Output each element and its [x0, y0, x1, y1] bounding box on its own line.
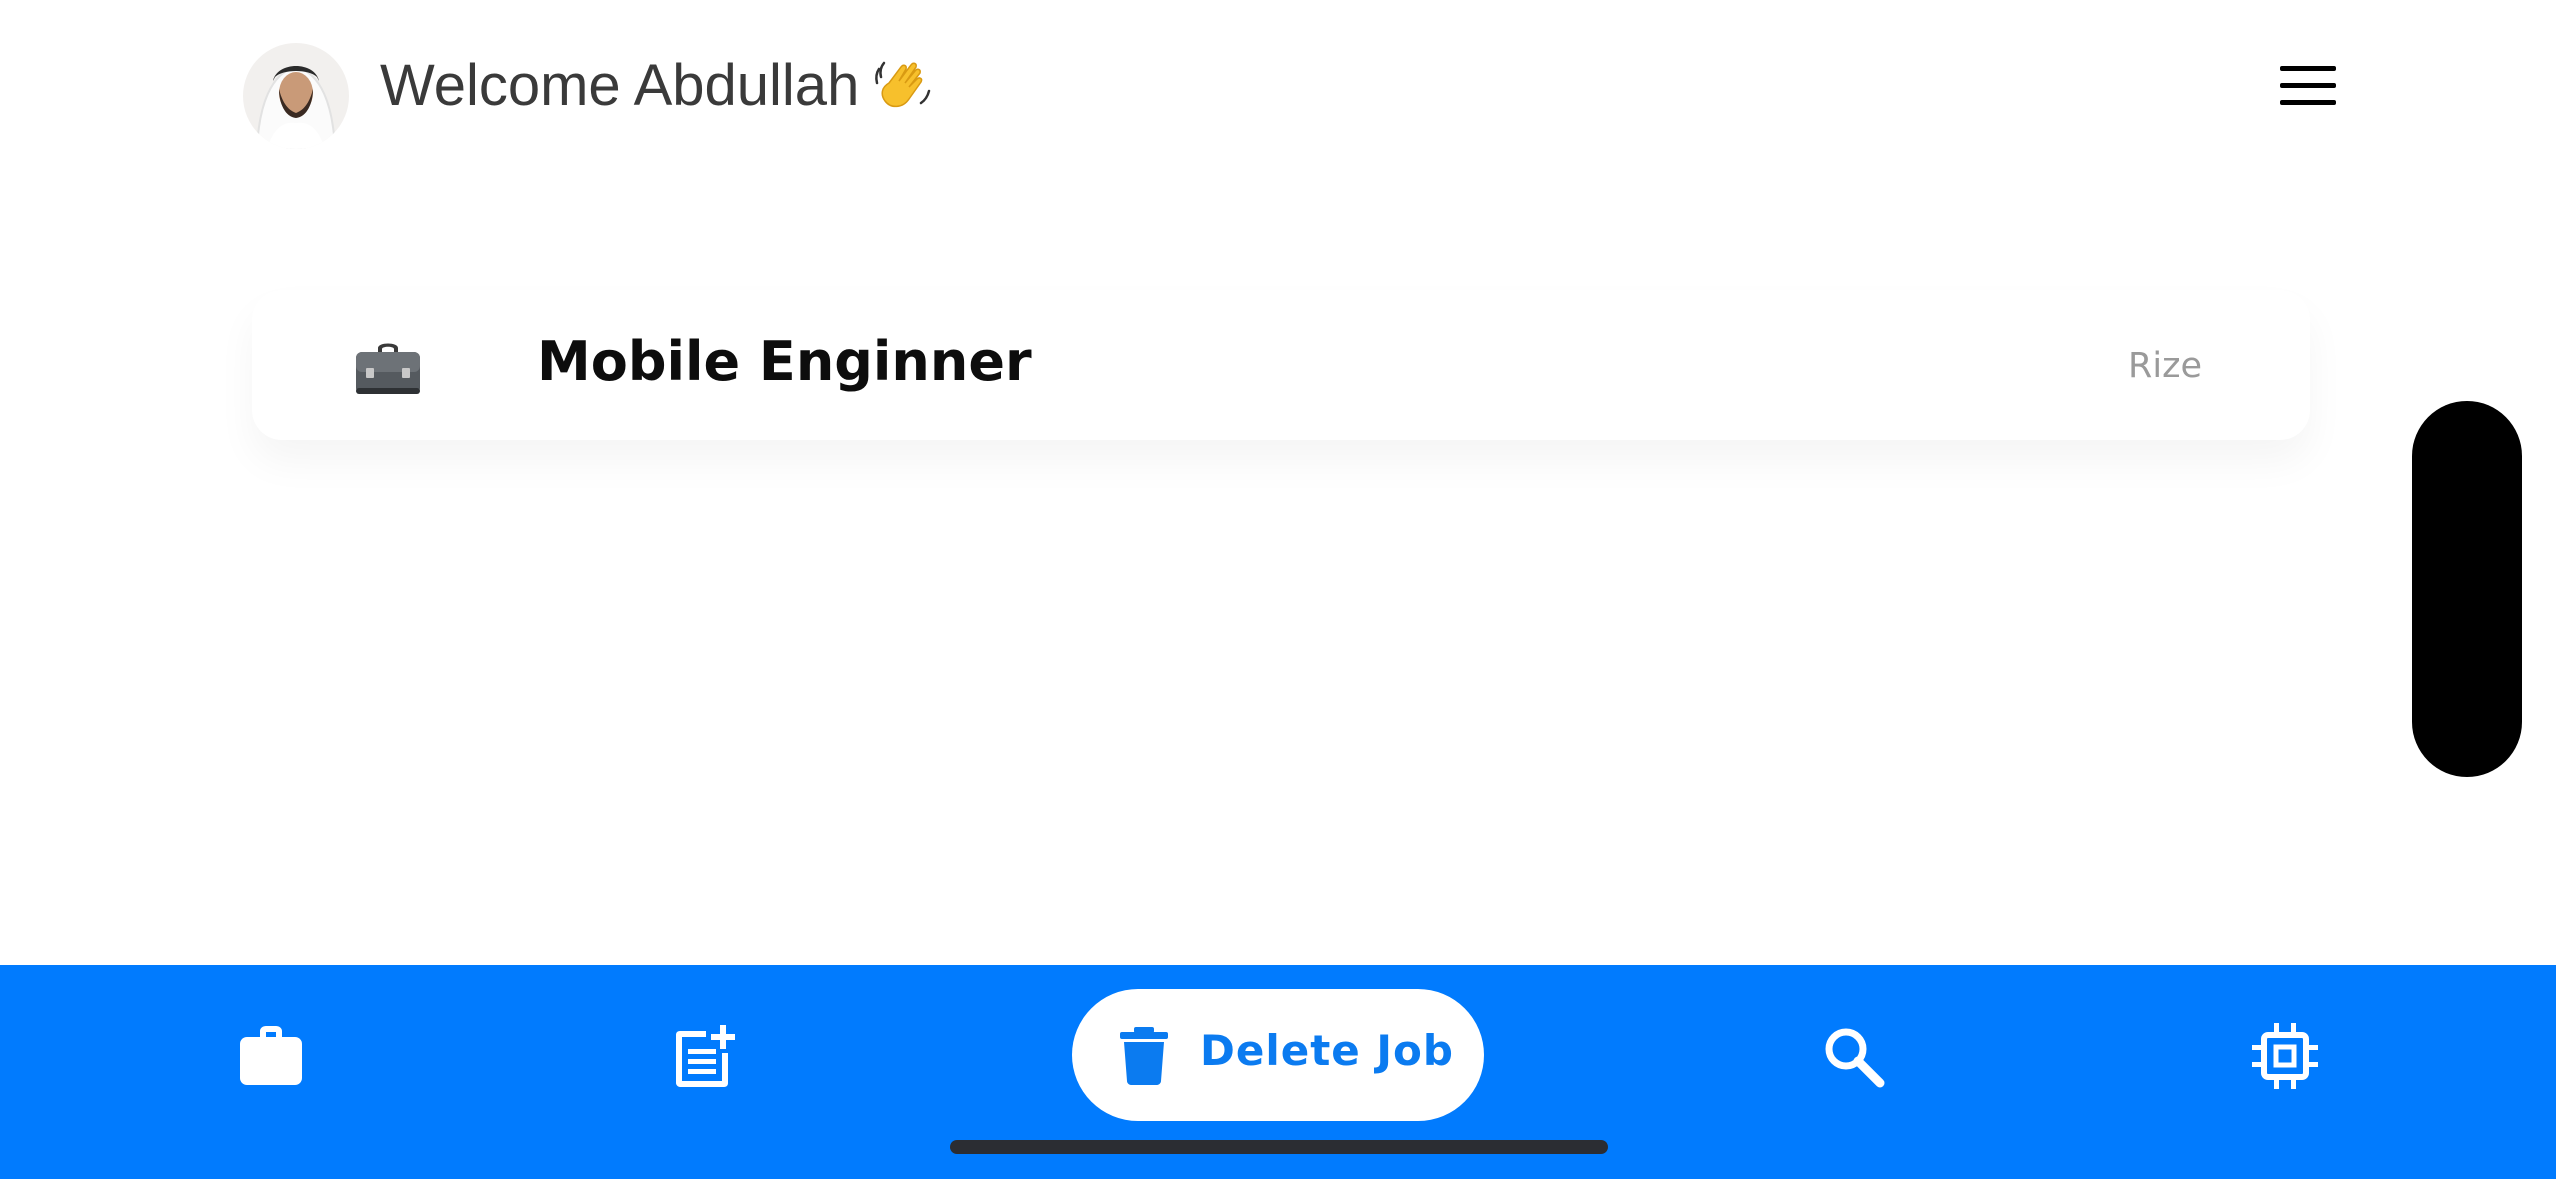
nav-chip-icon[interactable] — [2250, 1021, 2320, 1091]
nav-jobs-briefcase-icon[interactable] — [236, 1021, 306, 1091]
nav-search-icon[interactable] — [1818, 1021, 1888, 1091]
job-title: Mobile Enginner — [537, 330, 1032, 393]
avatar[interactable] — [243, 43, 349, 149]
waving-hand-icon — [871, 53, 935, 117]
home-indicator[interactable] — [950, 1140, 1608, 1154]
nav-post-add-icon[interactable] — [670, 1021, 740, 1091]
welcome-text: Welcome Abdullah — [380, 52, 860, 118]
avatar-image — [243, 43, 349, 149]
delete-job-button[interactable]: Delete Job — [1072, 989, 1484, 1121]
app-screen: Welcome Abdullah Mobile Enginner Rize De… — [0, 0, 2556, 1179]
job-card[interactable]: Mobile Enginner Rize — [252, 290, 2310, 440]
trash-icon — [1114, 1025, 1174, 1085]
side-drawer-handle[interactable] — [2412, 401, 2522, 777]
welcome-heading: Welcome Abdullah — [380, 45, 935, 125]
delete-job-label: Delete Job — [1200, 1026, 1454, 1075]
hamburger-menu-icon[interactable] — [2280, 66, 2336, 106]
briefcase-icon — [352, 338, 424, 398]
job-company: Rize — [2128, 346, 2202, 386]
